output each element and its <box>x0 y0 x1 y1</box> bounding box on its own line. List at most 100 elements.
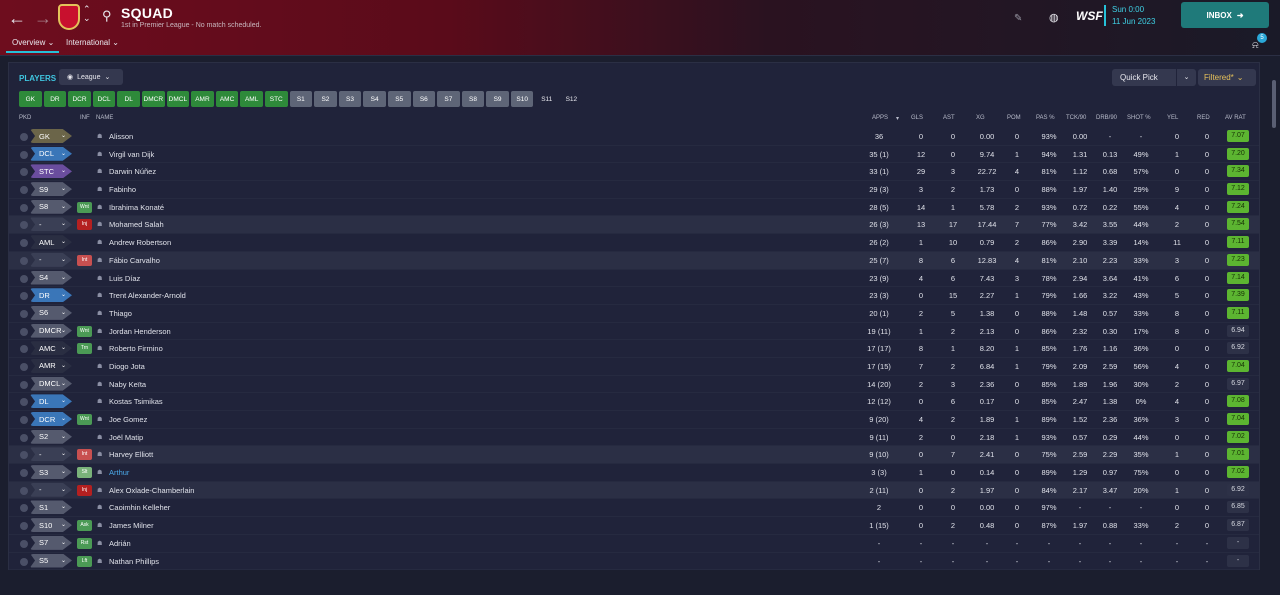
status-badge[interactable]: Lft <box>77 555 92 567</box>
pick-radio[interactable] <box>20 327 28 336</box>
position-selector[interactable]: - ⌄ <box>30 252 72 267</box>
pick-radio[interactable] <box>20 539 28 548</box>
position-filter-chip[interactable]: DMCR <box>141 91 165 107</box>
position-filter-chip[interactable]: S7 <box>437 91 460 107</box>
globe-icon[interactable]: ◍ <box>1049 9 1059 27</box>
position-filter-chip[interactable]: GK <box>19 91 42 107</box>
pick-radio[interactable] <box>20 557 28 566</box>
pick-radio[interactable] <box>20 416 28 424</box>
player-name[interactable]: Diogo Jota <box>109 362 145 371</box>
position-selector[interactable]: S1 ⌄ <box>30 500 72 515</box>
status-badge[interactable]: Rst <box>77 537 92 549</box>
status-badge[interactable]: Wnt <box>77 414 92 425</box>
table-row[interactable]: S9 ⌄ ☗ Fabinho 29 (3) 3 2 1.73 0 88% 1.97 1.40 29% 9 0… <box>9 181 1259 199</box>
player-name[interactable]: Harvey Elliott <box>109 450 153 459</box>
col-shot[interactable]: SHOT % <box>1127 115 1151 121</box>
table-row[interactable]: STC ⌄ ☗ Darwin Núñez 33 (1) 29 3 22.72 4 81% 1.12 0… <box>9 163 1259 182</box>
table-row[interactable]: - ⌄ Inj ☗ Mohamed Salah 26 (3) 13 17 17.44 7 77% 3.… <box>9 216 1259 235</box>
position-filter-chip[interactable]: DCL <box>92 91 116 107</box>
position-selector[interactable]: S9 ⌄ <box>30 182 72 197</box>
position-filter-chip[interactable]: S11 <box>535 91 559 107</box>
table-row[interactable]: AMC ⌄ Trn ☗ Roberto Firmino 17 (17) 8 1 8.20 1 85%… <box>9 340 1259 358</box>
col-apps[interactable]: APPS <box>872 115 888 121</box>
col-drb[interactable]: DRB/90 <box>1096 115 1117 121</box>
pick-radio[interactable] <box>20 345 28 354</box>
position-filter-chip[interactable]: S3 <box>338 91 362 107</box>
pick-radio[interactable] <box>20 133 28 141</box>
table-row[interactable]: S7 ⌄ Rst ☗ Adrián - - - - - - - - - - - - <box>9 535 1259 553</box>
position-filter-chip[interactable]: S2 <box>314 91 337 107</box>
position-selector[interactable]: - ⌄ <box>30 482 72 497</box>
player-name[interactable]: Virgil van Dijk <box>109 150 154 159</box>
position-selector[interactable]: STC ⌄ <box>30 164 72 179</box>
table-row[interactable]: GK ⌄ ☗ Alisson 36 0 0 0.00 0 93% 0.00 - - 0 0 7.07 <box>9 128 1259 146</box>
pick-radio[interactable] <box>20 398 28 407</box>
player-name[interactable]: Andrew Robertson <box>109 238 171 247</box>
pick-radio[interactable] <box>20 203 28 212</box>
player-name[interactable]: Naby Keïta <box>109 380 146 389</box>
col-tck[interactable]: TCK/90 <box>1066 115 1086 121</box>
table-row[interactable]: - ⌄ Int ☗ Harvey Elliott 9 (10) 0 7 2.41 0 75% 2.59… <box>9 446 1259 465</box>
player-name[interactable]: Luis Díaz <box>109 274 140 283</box>
table-row[interactable]: DCL ⌄ ☗ Virgil van Dijk 35 (1) 12 0 9.74 1 94% 1.3… <box>9 146 1259 164</box>
player-name[interactable]: Alex Oxlade-Chamberlain <box>109 486 194 495</box>
player-name[interactable]: Ibrahima Konaté <box>109 203 164 212</box>
table-row[interactable]: S1 ⌄ ☗ Caoimhin Kelleher 2 0 0 0.00 0 97% - - - 0 0 6.8… <box>9 499 1259 518</box>
league-dropdown[interactable]: ◉ League ⌄ <box>59 69 123 85</box>
position-selector[interactable]: S6 ⌄ <box>30 305 72 320</box>
col-av-rat[interactable]: AV RAT <box>1225 115 1246 121</box>
position-selector[interactable]: AMR ⌄ <box>30 358 72 373</box>
game-date[interactable]: Sun 0:00 11 Jun 2023 <box>1104 5 1155 26</box>
position-filter-chip[interactable]: S6 <box>412 91 436 107</box>
table-row[interactable]: DMCR ⌄ Wnt ☗ Jordan Henderson 19 (11) 1 2 2.13 0 8… <box>9 323 1259 341</box>
search-icon[interactable]: ⚲ <box>102 7 112 25</box>
status-badge[interactable]: Inj <box>77 484 92 496</box>
table-row[interactable]: DL ⌄ ☗ Kostas Tsimikas 12 (12) 0 6 0.17 0 85% 2.47… <box>9 393 1259 411</box>
pick-radio[interactable] <box>20 239 28 248</box>
status-badge[interactable]: Int <box>77 254 92 266</box>
position-selector[interactable]: S2 ⌄ <box>30 429 72 444</box>
chevron-updown-icon[interactable]: ⌃ ⌄ <box>83 5 91 23</box>
table-row[interactable]: S5 ⌄ Lft ☗ Nathan Phillips - - - - - - - - - - - - <box>9 553 1259 571</box>
player-name[interactable]: Joël Matip <box>109 433 143 442</box>
position-selector[interactable]: DL ⌄ <box>30 394 72 409</box>
player-name[interactable]: Nathan Phillips <box>109 557 159 566</box>
pick-radio[interactable] <box>20 522 28 531</box>
col-name[interactable]: NAME <box>96 115 113 121</box>
position-filter-chip[interactable]: AML <box>240 91 263 107</box>
back-arrow-icon[interactable]: ← <box>8 9 26 27</box>
player-name[interactable]: Adrián <box>109 539 131 548</box>
position-selector[interactable]: DCL ⌄ <box>30 146 72 161</box>
position-selector[interactable]: AML ⌄ <box>30 235 72 250</box>
table-row[interactable]: S3 ⌄ Slt ☗ Arthur 3 (3) 1 0 0.14 0 89% 1.29 0.97 75% 0… <box>9 464 1259 482</box>
table-row[interactable]: S2 ⌄ ☗ Joël Matip 9 (11) 2 0 2.18 1 93% 0.57 0.29 44… <box>9 429 1259 447</box>
position-selector[interactable]: S3 ⌄ <box>30 465 72 480</box>
player-name[interactable]: Fabinho <box>109 185 136 194</box>
status-badge[interactable]: Ask <box>77 520 92 532</box>
position-selector[interactable]: GK ⌄ <box>30 129 72 143</box>
table-row[interactable]: DCR ⌄ Wnt ☗ Joe Gomez 9 (20) 4 2 1.89 1 89% 1.52 2.3… <box>9 411 1259 429</box>
tab-overview[interactable]: Overview ⌄ <box>6 38 60 53</box>
col-pom[interactable]: POM <box>1007 115 1021 121</box>
position-selector[interactable]: - ⌄ <box>30 447 72 462</box>
status-badge[interactable]: Inj <box>77 219 92 231</box>
position-filter-chip[interactable]: S1 <box>289 91 313 107</box>
col-pkd[interactable]: PKD <box>19 115 31 121</box>
table-row[interactable]: AMR ⌄ ☗ Diogo Jota 17 (15) 7 2 6.84 1 79% 2.09 2.59… <box>9 358 1259 376</box>
position-filter-chip[interactable]: S9 <box>486 91 509 107</box>
player-name[interactable]: Fábio Carvalho <box>109 256 160 265</box>
table-row[interactable]: - ⌄ Int ☗ Fábio Carvalho 25 (7) 8 6 12.83 4 81% 2.1… <box>9 251 1259 270</box>
wsf-logo[interactable]: WSF <box>1076 9 1103 23</box>
position-selector[interactable]: DMCR ⌄ <box>30 323 72 338</box>
pick-radio[interactable] <box>20 309 28 318</box>
status-badge[interactable]: Wnt <box>77 201 92 213</box>
position-selector[interactable]: AMC ⌄ <box>30 341 72 356</box>
position-filter-chip[interactable]: DCR <box>68 91 91 107</box>
col-xg[interactable]: XG <box>976 115 985 121</box>
inbox-button[interactable]: INBOX ➜ <box>1181 2 1269 28</box>
table-row[interactable]: DR ⌄ ☗ Trent Alexander-Arnold 23 (3) 0 15 2.27 1… <box>9 287 1259 305</box>
table-row[interactable]: S8 ⌄ Wnt ☗ Ibrahima Konaté 28 (5) 14 1 5.78 2 93% 0… <box>9 199 1259 217</box>
position-filter-chip[interactable]: S5 <box>387 91 411 107</box>
position-selector[interactable]: - ⌄ <box>30 217 72 232</box>
col-inf[interactable]: INF <box>80 115 90 121</box>
